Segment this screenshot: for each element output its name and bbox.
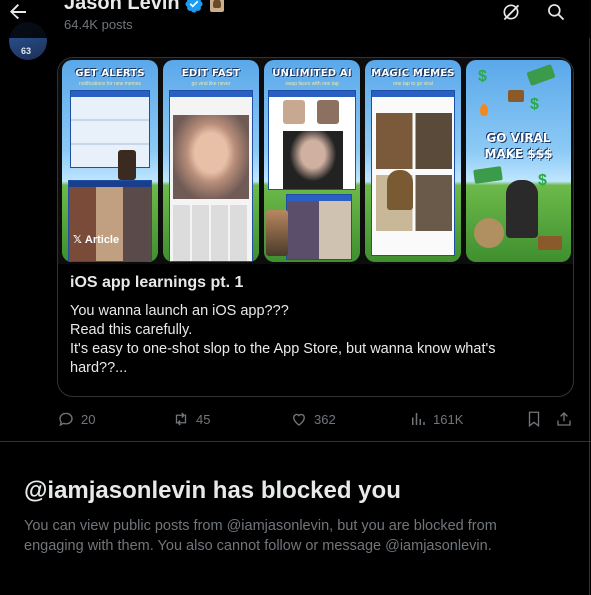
bookmark-button[interactable] bbox=[525, 410, 543, 428]
article-title[interactable]: iOS app learnings pt. 1 bbox=[70, 274, 565, 292]
meme-generation-window bbox=[371, 90, 455, 256]
panel-subtitle: notifications for new memes bbox=[79, 81, 141, 87]
profile-header: Jason Levin 64.4K posts bbox=[0, 0, 591, 38]
excerpt-line: You wanna launch an iOS app??? bbox=[70, 303, 289, 319]
repost-button[interactable]: 45 bbox=[172, 410, 210, 428]
article-preview: iOS app learnings pt. 1 You wanna launch… bbox=[70, 274, 565, 378]
excerpt-line: Read this carefully. bbox=[70, 322, 193, 338]
panel-title: UNLIMITED AI bbox=[272, 68, 352, 79]
excerpt-line: It's easy to one-shot slop to the App St… bbox=[70, 341, 496, 357]
verified-badge-icon bbox=[185, 0, 203, 13]
like-button[interactable]: 362 bbox=[290, 410, 336, 428]
ai-result-window bbox=[286, 194, 352, 260]
grok-icon[interactable] bbox=[501, 2, 521, 22]
back-arrow-icon[interactable] bbox=[6, 0, 30, 24]
blocked-title: @iamjasonlevin has blocked you bbox=[24, 477, 401, 504]
article-badge: 𝕏 Article bbox=[73, 233, 119, 246]
memes-grid-window bbox=[68, 180, 152, 262]
heart-icon bbox=[293, 413, 305, 426]
cover-panel-edit-fast: EDIT FAST go viral like never bbox=[163, 60, 259, 262]
blocked-line: engaging with them. You also cannot foll… bbox=[24, 538, 492, 554]
meme-editor-photo bbox=[173, 115, 249, 199]
share-button[interactable] bbox=[555, 410, 573, 428]
reply-icon bbox=[59, 412, 73, 427]
x-logo-icon: 𝕏 bbox=[73, 233, 82, 246]
meme-editor-window bbox=[169, 90, 253, 262]
article-cover-image: GET ALERTS notifications for new memes E… bbox=[58, 58, 573, 264]
panel-title: GET ALERTS bbox=[75, 68, 145, 79]
hooded-figure-sticker bbox=[506, 180, 538, 238]
reply-count: 20 bbox=[81, 411, 96, 427]
blocked-line: You can view public posts from @iamjason… bbox=[24, 518, 497, 534]
old-man-sticker bbox=[266, 210, 288, 256]
blocked-description: You can view public posts from @iamjason… bbox=[24, 516, 564, 556]
article-card[interactable]: GET ALERTS notifications for new memes E… bbox=[57, 57, 574, 397]
meme-editor-tools bbox=[173, 205, 249, 261]
views-chart-icon bbox=[412, 413, 425, 425]
profile-name: Jason Levin bbox=[64, 0, 224, 15]
panel-subtitle: go viral like never bbox=[191, 81, 231, 87]
panel-title: MAGIC MEMES bbox=[371, 68, 455, 79]
column-border bbox=[589, 0, 590, 595]
article-badge-label: Article bbox=[84, 233, 120, 246]
bookmark-icon bbox=[528, 411, 540, 428]
panel-subtitle: one tap to go viral bbox=[393, 81, 433, 87]
views-button[interactable]: 161K bbox=[409, 410, 463, 428]
views-count: 161K bbox=[433, 411, 464, 427]
section-divider bbox=[0, 441, 591, 442]
profile-name-text: Jason Levin bbox=[64, 0, 180, 14]
repost-icon bbox=[175, 412, 187, 426]
repost-count: 45 bbox=[196, 411, 211, 427]
cover-panel-unlimited-ai: UNLIMITED AI swap faces with one tap bbox=[264, 60, 360, 262]
posts-count: 64.4K posts bbox=[64, 17, 133, 32]
hooded-figure-sticker bbox=[118, 150, 136, 180]
panel-title: EDIT FAST bbox=[181, 68, 241, 79]
cover-panel-magic-memes: MAGIC MEMES one tap to go viral bbox=[365, 60, 461, 262]
reply-button[interactable]: 20 bbox=[57, 410, 95, 428]
excerpt-line: hard??... bbox=[70, 360, 128, 376]
post-actions: 20 45 362 161K bbox=[0, 410, 591, 430]
like-count: 362 bbox=[314, 411, 336, 427]
wizard-sticker bbox=[387, 170, 413, 210]
search-icon[interactable] bbox=[546, 2, 566, 22]
panel-subtitle: swap faces with one tap bbox=[285, 81, 339, 87]
cover-panel-go-viral: $ $ GO VIRAL MAKE $$$ $ bbox=[466, 60, 571, 262]
article-excerpt: You wanna launch an iOS app??? Read this… bbox=[70, 302, 565, 378]
face-swap-window bbox=[268, 90, 356, 190]
panel-title: GO VIRAL MAKE $$$ bbox=[484, 131, 553, 161]
share-icon bbox=[557, 412, 571, 426]
notifications-window bbox=[70, 90, 150, 168]
profile-emoji-icon bbox=[209, 0, 224, 12]
cover-panel-get-alerts: GET ALERTS notifications for new memes bbox=[62, 60, 158, 262]
